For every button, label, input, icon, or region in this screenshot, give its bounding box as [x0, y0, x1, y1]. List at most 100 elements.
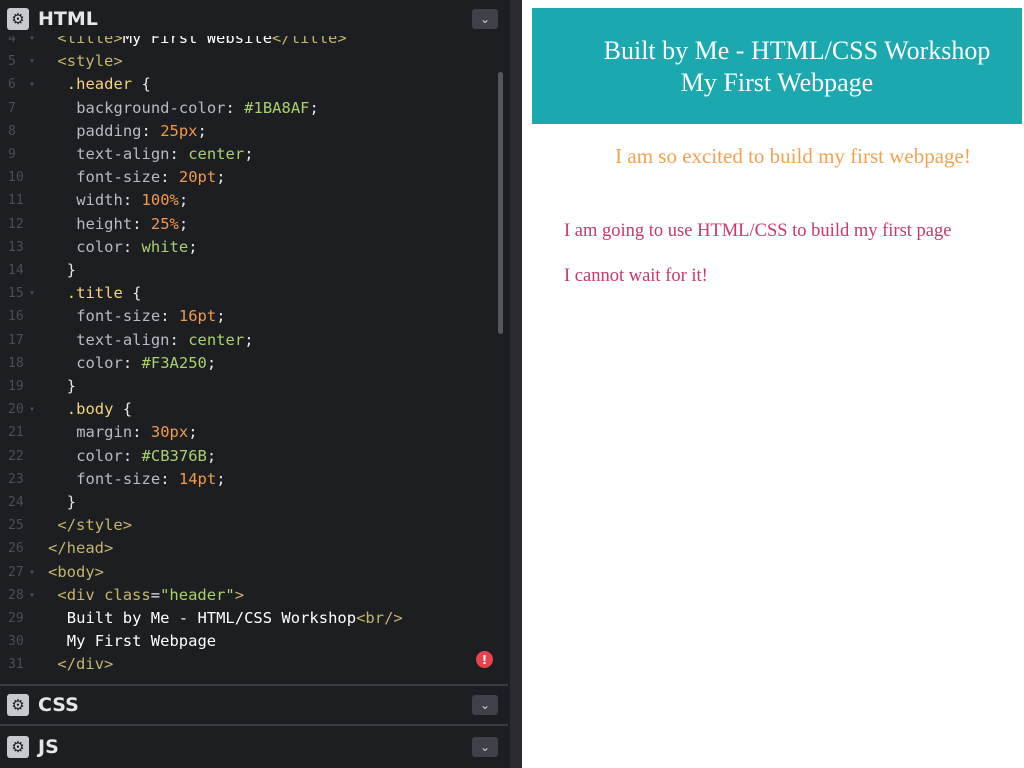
code-line[interactable]: 10 font-size: 20pt; — [0, 166, 508, 189]
line-number: 22 — [8, 448, 24, 464]
code-line[interactable]: 12 height: 25%; — [0, 213, 508, 236]
code-text: font-size: 20pt; — [76, 168, 226, 187]
code-line[interactable]: 30 My First Webpage — [0, 630, 508, 653]
gear-icon[interactable]: ⚙ — [7, 736, 29, 758]
code-line[interactable]: 15 ▾ .title { — [0, 282, 508, 305]
css-panel-title: CSS — [38, 694, 79, 716]
code-line[interactable]: 9 text-align: center; — [0, 143, 508, 166]
fold-arrow-icon[interactable]: ▾ — [29, 50, 35, 73]
code-line[interactable]: 17 text-align: center; — [0, 329, 508, 352]
line-number: 13 — [8, 239, 24, 255]
code-text: .title { — [66, 284, 142, 303]
code-line[interactable]: 22 color: #CB376B; — [0, 445, 508, 468]
preview-header: Built by Me - HTML/CSS Workshop My First… — [532, 8, 1022, 124]
preview-header-line1: Built by Me - HTML/CSS Workshop — [603, 36, 991, 65]
code-text: } — [66, 493, 77, 511]
gear-icon[interactable]: ⚙ — [7, 694, 29, 716]
code-line[interactable]: 23 font-size: 14pt; — [0, 468, 508, 491]
line-number: 30 — [8, 634, 24, 650]
line-number: 24 — [8, 495, 24, 510]
code-text: </head> — [48, 539, 114, 558]
code-line[interactable]: 25 </style> — [0, 514, 508, 537]
code-line[interactable]: 20 ▾ .body { — [0, 398, 508, 421]
code-text: } — [66, 377, 77, 395]
code-text: width: 100%; — [76, 191, 189, 210]
code-line[interactable]: 4 ▾ <title>My First Website</title> — [0, 36, 508, 50]
js-panel-title: JS — [38, 736, 59, 758]
code-line[interactable]: 29 Built by Me - HTML/CSS Workshop<br/> — [0, 607, 508, 630]
code-text: </style> — [57, 516, 133, 535]
fold-arrow-icon[interactable]: ▾ — [29, 282, 35, 305]
code-text: <style> — [57, 52, 123, 71]
line-number: 14 — [8, 263, 24, 278]
gear-icon[interactable]: ⚙ — [7, 8, 29, 30]
chevron-down-icon[interactable]: ⌄ — [472, 737, 498, 757]
code-line[interactable]: 16 font-size: 16pt; — [0, 305, 508, 328]
html-panel-header[interactable]: ⚙ HTML ⌄ — [0, 2, 508, 36]
code-text: <title>My First Website</title> — [57, 36, 347, 47]
line-number: 16 — [8, 309, 24, 325]
code-line[interactable]: 21 margin: 30px; — [0, 421, 508, 444]
code-line[interactable]: 28 ▾ <div class="header"> — [0, 584, 508, 607]
chevron-down-icon[interactable]: ⌄ — [472, 9, 498, 29]
line-number: 11 — [8, 193, 24, 209]
line-number: 9 — [8, 147, 16, 162]
line-number: 7 — [8, 100, 16, 116]
code-line[interactable]: 27 ▾ <body> — [0, 561, 508, 584]
code-line[interactable]: 24} — [0, 491, 508, 514]
code-line[interactable]: 11 width: 100%; — [0, 189, 508, 212]
code-text: height: 25%; — [76, 214, 189, 233]
code-line[interactable]: 13 color: white; — [0, 236, 508, 259]
line-number: 10 — [8, 170, 24, 186]
code-text: color: #F3A250; — [76, 353, 217, 372]
code-line[interactable]: 14} — [0, 259, 508, 282]
html-code-area[interactable]: 4 ▾ <title>My First Website</title> 5 ▾ <styl… — [0, 36, 508, 680]
code-text: </div> — [57, 655, 114, 674]
preview-pane: Built by Me - HTML/CSS Workshop My First… — [522, 0, 1024, 768]
code-text: margin: 30px; — [76, 423, 198, 442]
fold-arrow-icon[interactable]: ▾ — [29, 561, 35, 584]
code-text: background-color: #1BA8AF; — [76, 98, 319, 117]
code-text: My First Webpage — [66, 632, 217, 651]
code-editor: ⚙ HTML ⌄ 4 ▾ <title>My First Website</titl… — [0, 0, 512, 768]
line-number: 25 — [8, 518, 24, 534]
code-text: text-align: center; — [76, 330, 254, 349]
line-number: 21 — [8, 425, 24, 441]
code-text: Built by Me - HTML/CSS Workshop<br/> — [66, 609, 403, 627]
code-text: padding: 25px; — [76, 121, 207, 140]
code-line[interactable]: 8 padding: 25px; — [0, 120, 508, 143]
js-panel-header[interactable]: ⚙ JS ⌄ — [0, 724, 508, 768]
line-number: 29 — [8, 611, 24, 626]
line-number: 12 — [8, 216, 24, 232]
scrollbar[interactable] — [498, 72, 503, 334]
css-panel-header[interactable]: ⚙ CSS ⌄ — [0, 684, 508, 724]
preview-header-line2: My First Webpage — [680, 68, 874, 97]
preview-body-line: I am going to use HTML/CSS to build my f… — [564, 221, 952, 241]
code-text: <body> — [48, 562, 104, 581]
code-line[interactable]: 31 </div> — [0, 653, 508, 676]
line-number: 18 — [8, 355, 24, 371]
code-text: <div class="header"> — [57, 585, 245, 604]
fold-arrow-icon[interactable]: ▾ — [29, 584, 35, 607]
fold-arrow-icon[interactable]: ▾ — [29, 398, 35, 421]
line-number: 17 — [8, 332, 24, 348]
html-panel-title: HTML — [38, 8, 98, 30]
code-text: .body { — [66, 400, 133, 419]
code-line[interactable]: 6 ▾ .header { — [0, 73, 508, 96]
preview-body-line: I cannot wait for it! — [564, 266, 708, 286]
code-line[interactable]: 19} — [0, 375, 508, 398]
code-line[interactable]: 7 background-color: #1BA8AF; — [0, 97, 508, 120]
error-icon[interactable]: ! — [476, 651, 493, 668]
code-text: } — [66, 261, 77, 279]
preview-divider[interactable] — [512, 0, 522, 768]
preview-title: I am so excited to build my first webpag… — [615, 144, 971, 168]
line-number: 8 — [8, 123, 16, 139]
line-number: 26 — [8, 541, 24, 557]
fold-arrow-icon[interactable]: ▾ — [29, 36, 35, 50]
line-number: 19 — [8, 379, 24, 394]
code-line[interactable]: 26 </head> — [0, 537, 508, 560]
code-line[interactable]: 18 color: #F3A250; — [0, 352, 508, 375]
chevron-down-icon[interactable]: ⌄ — [472, 695, 498, 715]
code-line[interactable]: 5 ▾ <style> — [0, 50, 508, 73]
fold-arrow-icon[interactable]: ▾ — [29, 73, 35, 96]
